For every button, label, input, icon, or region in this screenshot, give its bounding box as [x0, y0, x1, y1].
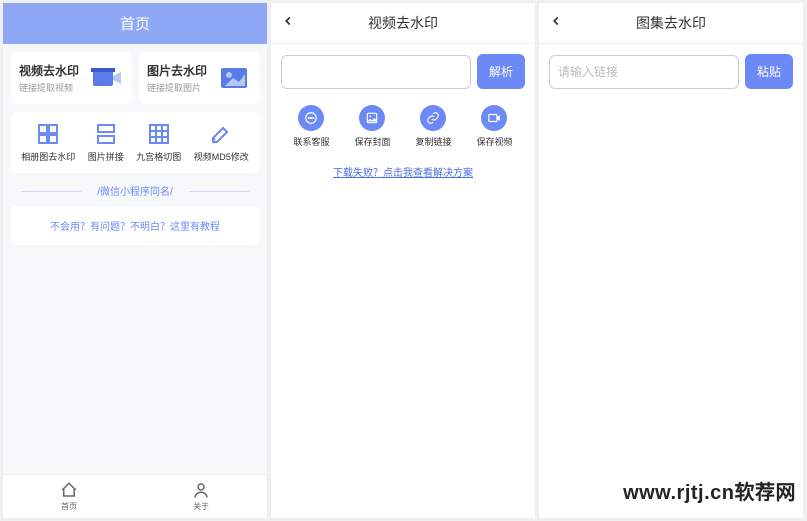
card-video-watermark[interactable]: 视频去水印 链接提取视频	[11, 52, 131, 104]
header-title: 图集去水印	[569, 13, 773, 33]
tool-image-stitch[interactable]: 图片拼接	[88, 122, 124, 163]
parse-button[interactable]: 解析	[477, 54, 525, 89]
tool-label: 图片拼接	[88, 150, 124, 163]
image-icon	[219, 64, 251, 92]
stitch-icon	[94, 122, 118, 146]
url-input[interactable]	[281, 55, 471, 89]
action-label: 联系客服	[293, 135, 329, 148]
header-title: 视频去水印	[301, 13, 505, 33]
input-row: 解析	[271, 44, 535, 99]
home-content: 视频去水印 链接提取视频 图片去水印 链接提取图片 相册图去	[3, 44, 267, 474]
action-copy-link[interactable]: 复制链接	[415, 105, 451, 148]
header: 图集去水印	[539, 3, 803, 44]
nav-label: 首页	[61, 501, 77, 512]
card-title: 图片去水印	[147, 62, 207, 79]
divider-text: /微信小程序同名/	[11, 183, 259, 198]
action-label: 保存封面	[354, 135, 390, 148]
tool-label: 视频MD5修改	[194, 150, 249, 163]
url-input[interactable]	[549, 55, 739, 89]
screen-home: 首页 视频去水印 链接提取视频 图片去水印 链接提取图片	[2, 2, 268, 519]
card-sub: 链接提取图片	[147, 81, 207, 94]
back-button[interactable]	[281, 14, 301, 33]
tool-album-watermark[interactable]: 相册图去水印	[21, 122, 75, 163]
nav-about[interactable]: 关于	[135, 475, 267, 518]
screen-gallery-watermark: 图集去水印 粘贴	[538, 2, 804, 519]
action-contact[interactable]: 联系客服	[293, 105, 329, 148]
tool-nine-grid[interactable]: 九宫格切图	[136, 122, 181, 163]
ninegrid-icon	[147, 122, 171, 146]
nav-home[interactable]: 首页	[3, 475, 135, 518]
card-image-watermark[interactable]: 图片去水印 链接提取图片	[139, 52, 259, 104]
video-icon	[481, 105, 507, 131]
card-title: 视频去水印	[19, 62, 79, 79]
tool-label: 九宫格切图	[136, 150, 181, 163]
video-icon	[91, 64, 123, 92]
grid-icon	[36, 122, 60, 146]
tools-grid: 相册图去水印 图片拼接 九宫格切图 视频MD5修改	[11, 112, 259, 173]
input-row: 粘贴	[539, 44, 803, 99]
action-save-video[interactable]: 保存视频	[476, 105, 512, 148]
image-icon	[359, 105, 385, 131]
actions-row: 联系客服 保存封面 复制链接 保存视频	[271, 99, 535, 154]
person-icon	[192, 481, 210, 499]
tools-icon	[209, 122, 233, 146]
fail-help-link[interactable]: 下载失败？点击我查看解决方案	[271, 154, 535, 189]
nav-label: 关于	[193, 501, 209, 512]
action-save-cover[interactable]: 保存封面	[354, 105, 390, 148]
link-icon	[420, 105, 446, 131]
header: 视频去水印	[271, 3, 535, 44]
header-title: 首页	[3, 3, 267, 44]
back-button[interactable]	[549, 14, 569, 33]
tool-label: 相册图去水印	[21, 150, 75, 163]
home-icon	[60, 481, 78, 499]
screen-video-watermark: 视频去水印 解析 联系客服 保存封面 复制链接 保存视频 下载失败？点击我查看解…	[270, 2, 536, 519]
help-card[interactable]: 不会用？有问题？不明白？这里有教程	[11, 206, 259, 245]
bottom-nav: 首页 关于	[3, 474, 267, 518]
feature-cards: 视频去水印 链接提取视频 图片去水印 链接提取图片	[11, 52, 259, 104]
action-label: 复制链接	[415, 135, 451, 148]
chat-icon	[298, 105, 324, 131]
watermark-text: www.rjtj.cn软荐网	[623, 476, 796, 505]
tool-md5-modify[interactable]: 视频MD5修改	[194, 122, 249, 163]
paste-button[interactable]: 粘贴	[745, 54, 793, 89]
action-label: 保存视频	[476, 135, 512, 148]
card-sub: 链接提取视频	[19, 81, 79, 94]
